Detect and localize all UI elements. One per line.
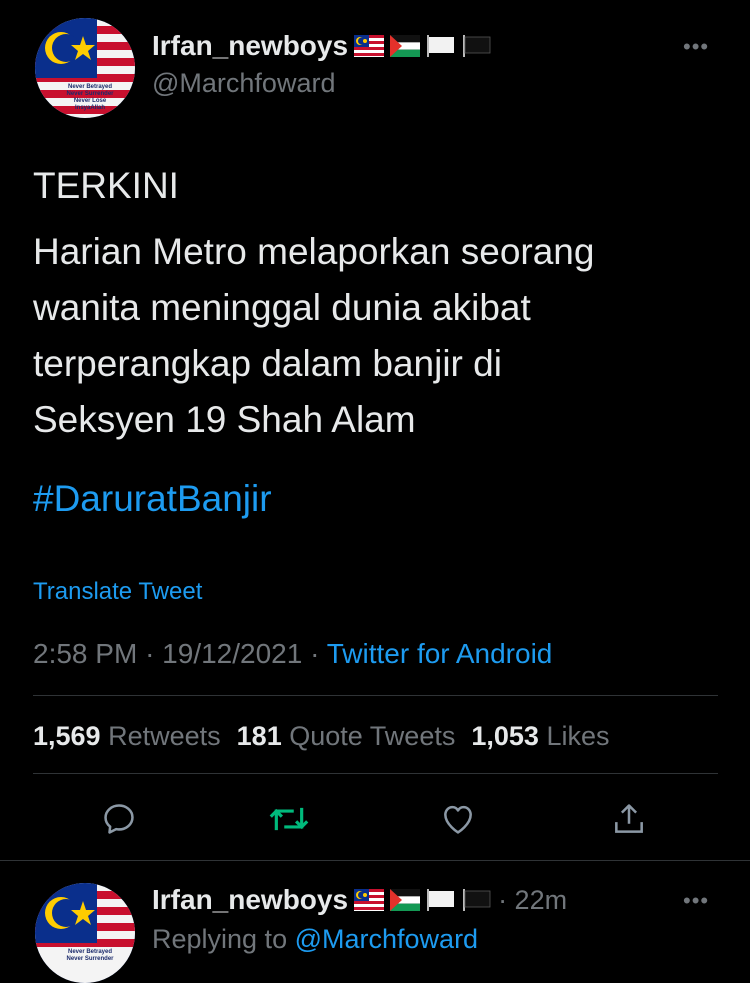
replying-to-label: Replying to xyxy=(152,924,288,954)
share-icon xyxy=(615,804,643,833)
avatar[interactable]: Never Betrayed Never Surrender Never Los… xyxy=(35,18,135,118)
tweet-meta: 2:58 PM · 19/12/2021 · Twitter for Andro… xyxy=(33,638,552,670)
divider xyxy=(33,695,718,696)
white-flag-icon xyxy=(427,889,455,911)
divider xyxy=(0,860,750,861)
display-name[interactable]: Irfan_newboys xyxy=(152,30,348,62)
translate-tweet-link[interactable]: Translate Tweet xyxy=(33,578,202,606)
display-name-row[interactable]: Irfan_newboys xyxy=(152,30,492,62)
divider xyxy=(33,773,718,774)
quote-tweets-count: 181 xyxy=(236,721,282,751)
likes-count: 1,053 xyxy=(471,721,539,751)
quote-tweets-label: Quote Tweets xyxy=(289,721,456,751)
reply-icon xyxy=(104,804,134,834)
avatar-text-1: Never Betrayed xyxy=(68,84,112,90)
meta-separator: · xyxy=(145,638,163,669)
black-flag-icon xyxy=(463,889,491,911)
more-options-icon[interactable]: ••• xyxy=(683,34,709,60)
tweet-time: 2:58 PM xyxy=(33,638,138,669)
reply-display-name[interactable]: Irfan_newboys xyxy=(152,884,348,916)
tweet-line-2: Harian Metro melaporkan seorang xyxy=(33,231,595,272)
tweet-line-5: Seksyen 19 Shah Alam xyxy=(33,399,416,440)
share-button[interactable] xyxy=(610,800,648,838)
retweet-button[interactable] xyxy=(268,800,310,838)
replying-to-handle[interactable]: @Marchfoward xyxy=(295,924,478,954)
meta-separator: · xyxy=(310,638,327,669)
retweets-label: Retweets xyxy=(108,721,221,751)
likes-label: Likes xyxy=(546,721,610,751)
retweets-count: 1,569 xyxy=(33,721,101,751)
white-flag-icon xyxy=(427,35,455,57)
reply-button[interactable] xyxy=(100,800,138,838)
avatar-text-4: InsyaAllah xyxy=(75,105,105,111)
engagement-stats: 1,569 Retweets 181 Quote Tweets 1,053 Li… xyxy=(33,721,609,752)
avatar-text-2: Never Surrender xyxy=(66,91,114,97)
palestine-flag-icon xyxy=(390,889,421,911)
like-button[interactable] xyxy=(439,800,477,838)
tweet-date: 19/12/2021 xyxy=(162,638,303,669)
avatar-text-3: Never Lose xyxy=(74,98,107,104)
palestine-flag-icon xyxy=(390,35,421,57)
reply-avatar-text-2: Never Surrender xyxy=(66,956,114,962)
reply-avatar[interactable]: Never Betrayed Never Surrender xyxy=(35,883,135,983)
replying-to-line: Replying to @Marchfoward xyxy=(152,924,478,955)
tweet-line-1: TERKINI xyxy=(33,165,179,206)
malaysia-flag-icon xyxy=(354,889,385,911)
tweet-line-4: terperangkap dalam banjir di xyxy=(33,343,502,384)
reply-age: · 22m xyxy=(498,884,568,915)
likes-stat[interactable]: 1,053 Likes xyxy=(471,721,609,752)
reply-more-options-icon[interactable]: ••• xyxy=(683,888,709,914)
hashtag-link[interactable]: #DaruratBanjir xyxy=(33,478,272,520)
black-flag-icon xyxy=(463,35,491,57)
retweets-stat[interactable]: 1,569 Retweets xyxy=(33,721,221,752)
retweet-icon xyxy=(269,807,309,831)
avatar-flag-image: Never Betrayed Never Surrender Never Los… xyxy=(35,18,135,118)
tweet-source-link[interactable]: Twitter for Android xyxy=(327,638,553,669)
tweet-line-3: wanita meninggal dunia akibat xyxy=(33,287,531,328)
tweet-text: TERKINI Harian Metro melaporkan seorang … xyxy=(33,158,723,448)
reply-display-name-row[interactable]: Irfan_newboys · 22m xyxy=(152,884,567,916)
heart-icon xyxy=(444,805,472,834)
user-handle[interactable]: @Marchfoward xyxy=(152,68,335,99)
malaysia-flag-icon xyxy=(354,35,385,57)
reply-avatar-text-1: Never Betrayed xyxy=(68,949,112,955)
reply-avatar-flag-image: Never Betrayed Never Surrender xyxy=(35,883,135,983)
quote-tweets-stat[interactable]: 181 Quote Tweets xyxy=(237,721,456,752)
